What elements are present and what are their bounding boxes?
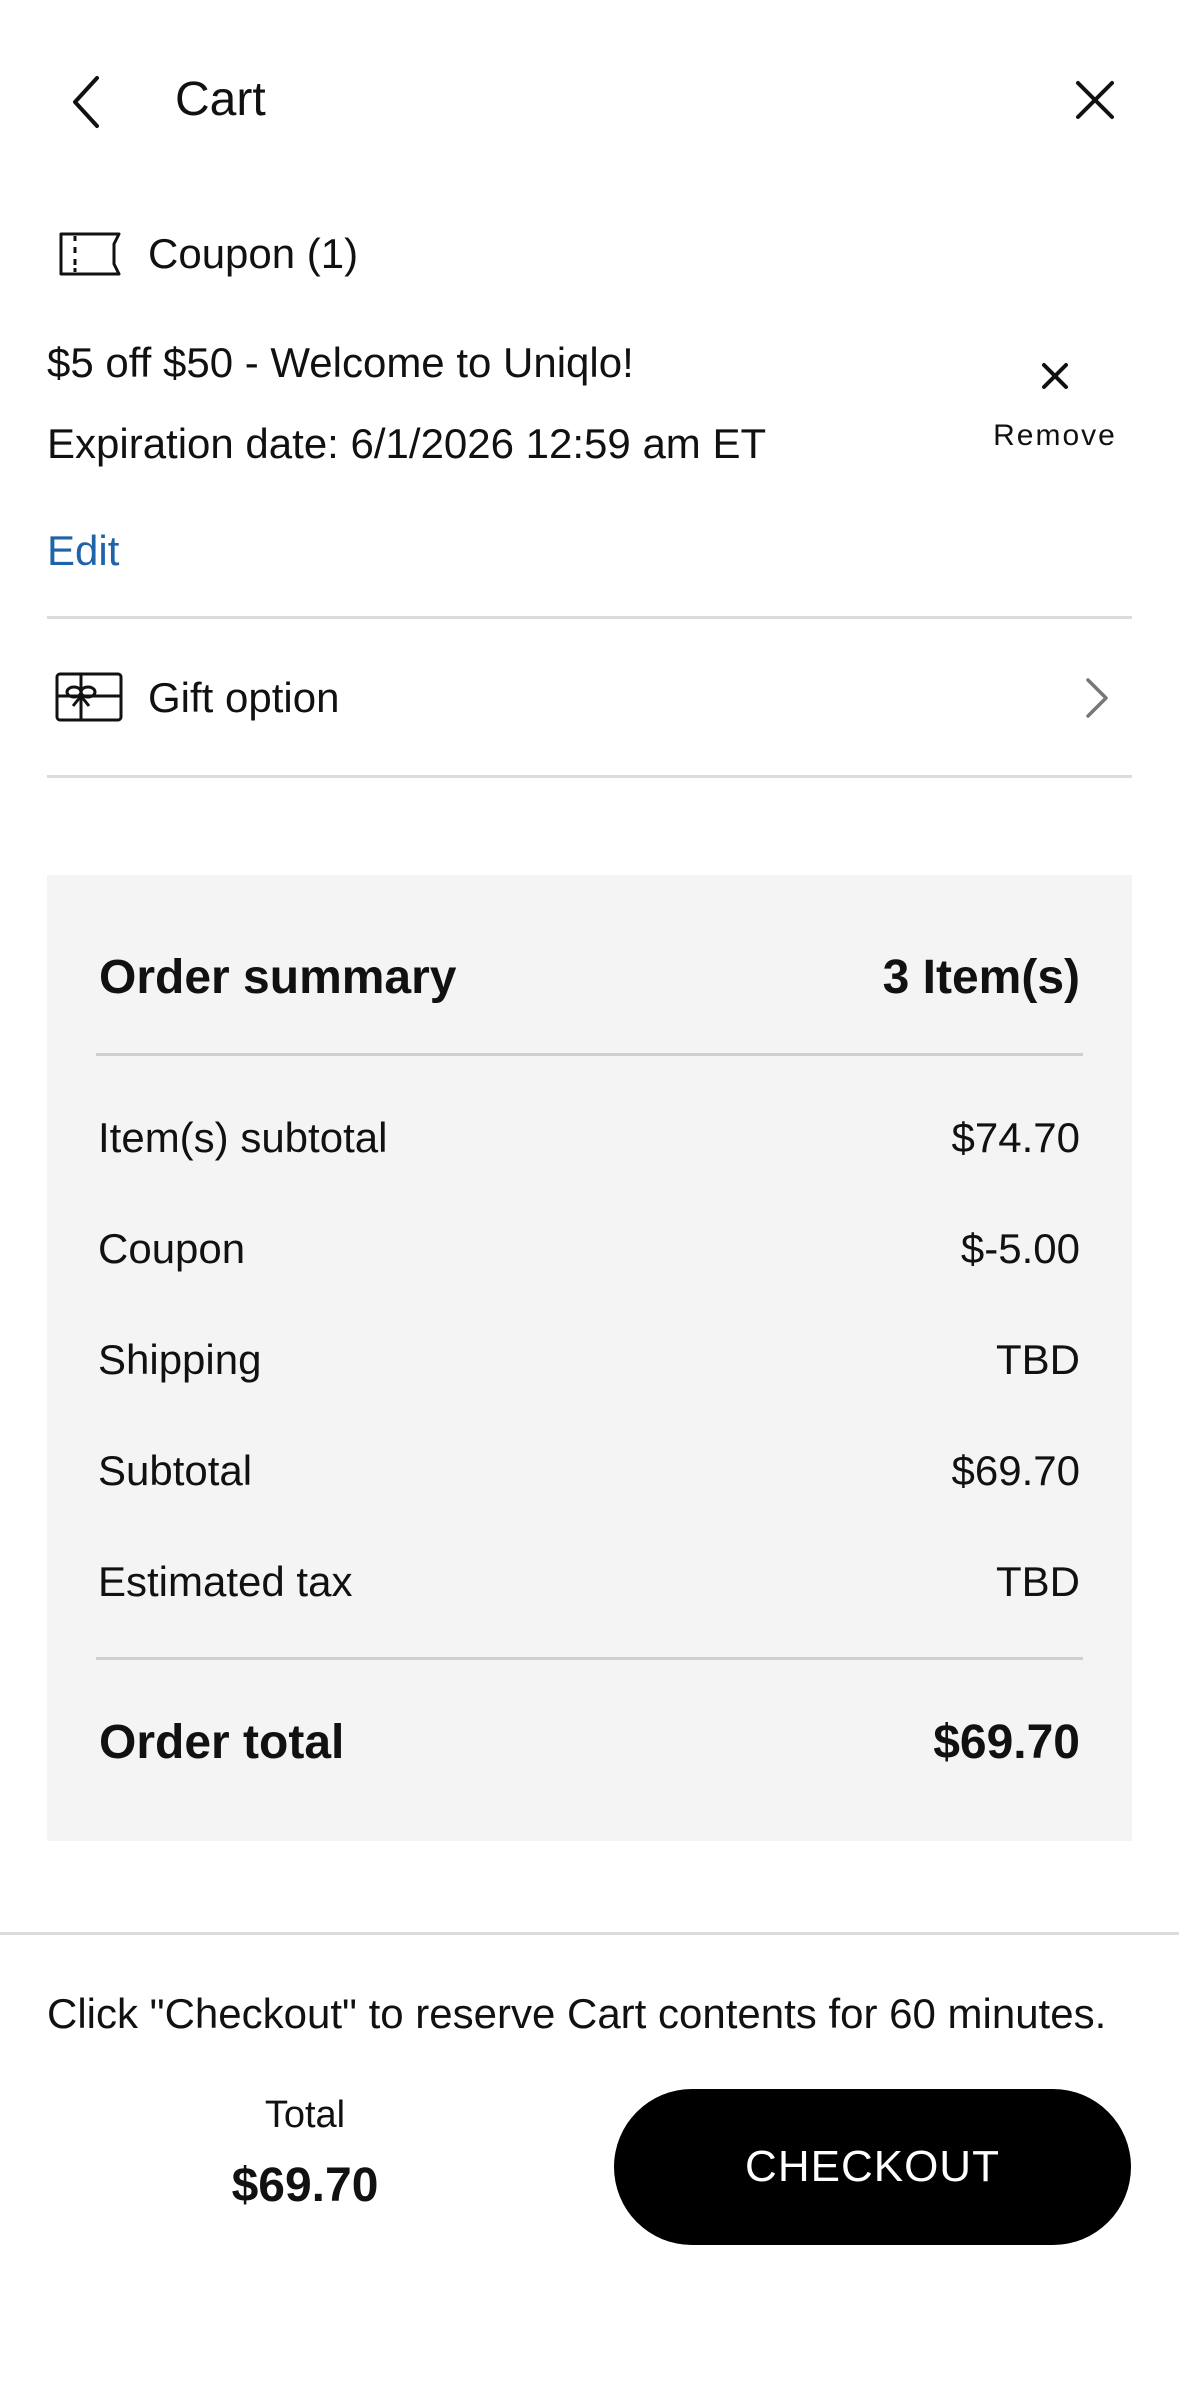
coupon-label: Coupon [98, 1225, 246, 1272]
summary-divider [96, 1053, 1083, 1056]
close-icon [1042, 363, 1068, 389]
coupon-expiration: Expiration date: 6/1/2026 12:59 am ET [47, 420, 767, 467]
checkout-label: CHECKOUT [745, 2142, 1000, 2191]
coupon-value: $-5.00 [960, 1225, 1080, 1272]
estimated-tax-label: Estimated tax [98, 1558, 353, 1605]
remove-coupon-button[interactable]: Remove [985, 358, 1125, 458]
shipping-value: TBD [996, 1336, 1080, 1383]
back-button[interactable] [58, 62, 114, 142]
order-summary-title: Order summary [99, 951, 457, 1004]
estimated-tax-value: TBD [996, 1558, 1080, 1605]
item-count: 3 Item(s) [882, 951, 1080, 1004]
coupon-description: $5 off $50 - Welcome to Uniqlo! [47, 339, 634, 386]
coupon-heading: Coupon (1) [148, 230, 359, 277]
footer-total-label: Total [264, 2094, 346, 2136]
order-total-label: Order total [99, 1716, 345, 1769]
checkout-button[interactable]: CHECKOUT [614, 2089, 1131, 2245]
edit-coupon-link[interactable]: Edit [47, 525, 119, 577]
footer-total-value: $69.70 [231, 2159, 379, 2212]
close-button[interactable] [1060, 65, 1130, 135]
remove-label: Remove [993, 419, 1117, 452]
summary-divider [96, 1657, 1083, 1660]
items-subtotal-value: $74.70 [951, 1114, 1080, 1161]
ticket-icon [59, 232, 121, 276]
gift-card-icon [55, 672, 123, 722]
divider [47, 616, 1132, 619]
divider [47, 775, 1132, 778]
gift-option-label: Gift option [148, 674, 340, 721]
close-icon [1076, 81, 1114, 119]
checkout-notice: Click "Checkout" to reserve Cart content… [47, 1990, 1107, 2037]
chevron-right-icon [1086, 678, 1108, 718]
items-subtotal-label: Item(s) subtotal [98, 1114, 388, 1161]
footer-divider [0, 1932, 1179, 1935]
subtotal-label: Subtotal [98, 1447, 253, 1494]
shipping-label: Shipping [98, 1336, 262, 1383]
subtotal-value: $69.70 [951, 1447, 1080, 1494]
order-total-value: $69.70 [933, 1716, 1080, 1769]
page-title: Cart [175, 73, 266, 126]
chevron-left-icon [73, 76, 99, 128]
